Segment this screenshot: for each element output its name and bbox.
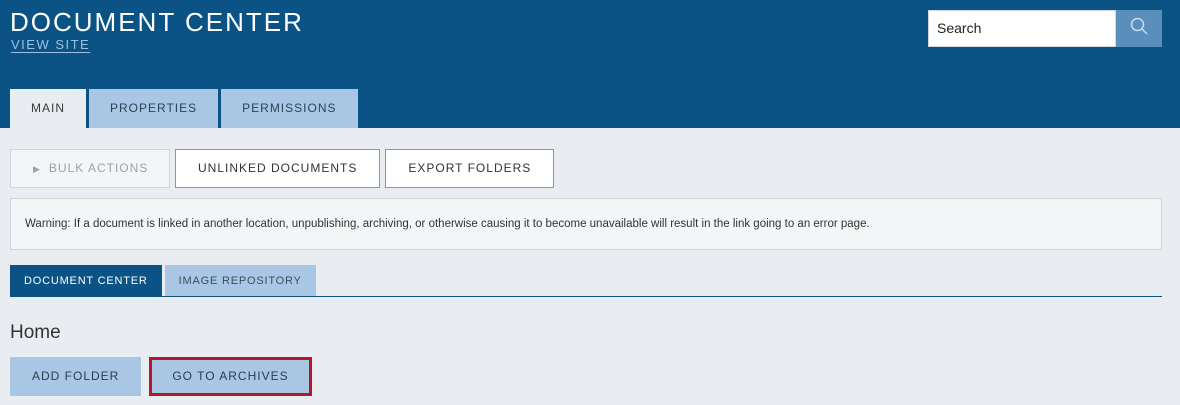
bulk-actions-label: BULK ACTIONS: [48, 161, 149, 175]
export-folders-button[interactable]: EXPORT FOLDERS: [385, 149, 555, 188]
triangle-right-icon: ▶: [33, 164, 41, 174]
action-bar: ▶ BULK ACTIONS UNLINKED DOCUMENTS EXPORT …: [10, 149, 555, 188]
folder-title: Home: [10, 322, 61, 343]
bulk-actions-button[interactable]: ▶ BULK ACTIONS: [10, 149, 170, 188]
tab-document-center[interactable]: DOCUMENT CENTER: [10, 265, 162, 297]
tab-properties[interactable]: PROPERTIES: [89, 89, 219, 128]
add-folder-button[interactable]: ADD FOLDER: [10, 357, 142, 396]
view-site-link[interactable]: VIEW SITE: [11, 37, 90, 52]
folder-actions: ADD FOLDER GO TO ARCHIVES: [10, 357, 312, 396]
tab-permissions[interactable]: PERMISSIONS: [221, 89, 358, 128]
tab-image-repository[interactable]: IMAGE REPOSITORY: [164, 265, 316, 297]
tab-main[interactable]: MAIN: [10, 89, 86, 128]
tab-underline: [10, 296, 1162, 297]
search-icon: [1130, 17, 1148, 40]
main-tabs: MAIN PROPERTIES PERMISSIONS: [10, 89, 358, 128]
warning-message: Warning: If a document is linked in anot…: [10, 198, 1162, 250]
search-button[interactable]: [1116, 10, 1162, 47]
app-title: DOCUMENT CENTER: [10, 7, 304, 37]
header: DOCUMENT CENTER VIEW SITE Search MAIN PR…: [0, 0, 1180, 128]
go-to-archives-button[interactable]: GO TO ARCHIVES: [149, 357, 312, 396]
repository-tabs: DOCUMENT CENTER IMAGE REPOSITORY: [10, 265, 316, 297]
search-input[interactable]: Search: [928, 10, 1116, 47]
unlinked-documents-button[interactable]: UNLINKED DOCUMENTS: [175, 149, 381, 188]
